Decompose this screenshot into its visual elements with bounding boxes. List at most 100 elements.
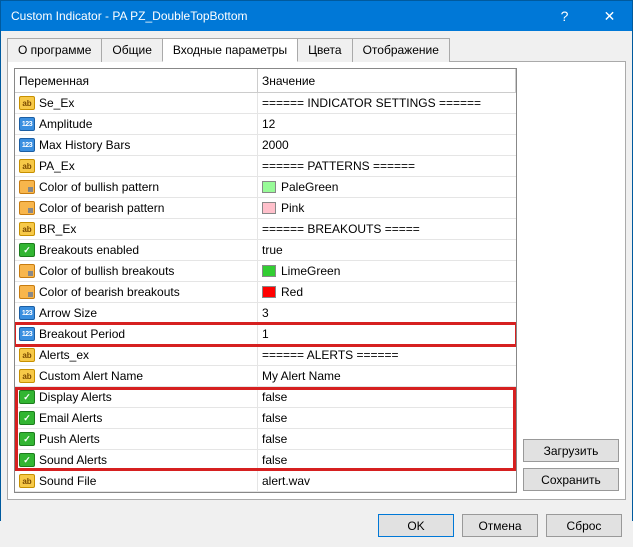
table-row[interactable]: Color of bearish patternPink [15,198,516,219]
param-value: My Alert Name [262,369,341,383]
param-value-cell[interactable]: false [258,387,516,407]
table-row[interactable]: Arrow Size3 [15,303,516,324]
string-type-icon [19,222,35,236]
reset-button[interactable]: Сброс [546,514,622,537]
param-value-cell[interactable]: 1 [258,324,516,344]
table-row[interactable]: PA_Ex ====== PATTERNS ====== [15,156,516,177]
string-type-icon [19,348,35,362]
param-value: PaleGreen [281,180,338,194]
tab-0[interactable]: О программе [7,38,102,62]
color-swatch [262,286,276,298]
param-name-cell: Custom Alert Name [15,366,258,386]
table-row[interactable]: Se_Ex ====== INDICATOR SETTINGS ====== [15,93,516,114]
param-name-cell: Color of bullish breakouts [15,261,258,281]
ok-button[interactable]: OK [378,514,454,537]
param-name-cell: Se_Ex [15,93,258,113]
table-row[interactable]: Color of bullish pattern PaleGreen [15,177,516,198]
side-button-column: Загрузить Сохранить [523,68,619,493]
close-icon[interactable]: ✕ [587,1,632,31]
param-value-cell[interactable]: My Alert Name [258,366,516,386]
table-row[interactable]: Amplitude 12 [15,114,516,135]
param-value-cell[interactable]: false [258,429,516,449]
param-name: Breakouts enabled [39,243,139,257]
tab-2[interactable]: Входные параметры [162,38,298,62]
param-value-cell[interactable]: ====== ALERTS ====== [258,345,516,365]
save-button[interactable]: Сохранить [523,468,619,491]
param-name-cell: Push Alerts [15,429,258,449]
param-name: PA_Ex [39,159,75,173]
tab-4[interactable]: Отображение [352,38,450,62]
param-value-cell[interactable]: 12 [258,114,516,134]
table-row[interactable]: Sound Alerts false [15,450,516,471]
table-row[interactable]: Breakouts enabled true [15,240,516,261]
param-value-cell[interactable]: 3 [258,303,516,323]
table-row[interactable]: Sound File alert.wav [15,471,516,492]
param-value-cell[interactable]: ====== INDICATOR SETTINGS ====== [258,93,516,113]
table-row[interactable]: Display Alertsfalse [15,387,516,408]
column-header-variable[interactable]: Переменная [15,69,258,92]
param-name: Sound File [39,474,96,488]
param-value-cell[interactable]: true [258,240,516,260]
table-row[interactable]: Push Alerts false [15,429,516,450]
table-row[interactable]: Custom Alert Name My Alert Name [15,366,516,387]
dialog-window: Custom Indicator - PA PZ_DoubleTopBottom… [0,0,633,521]
param-value: ====== BREAKOUTS ===== [262,222,420,236]
param-value-cell[interactable]: 2000 [258,135,516,155]
param-name: Color of bearish breakouts [39,285,180,299]
color-swatch [262,265,276,277]
param-value-cell[interactable]: ====== BREAKOUTS ===== [258,219,516,239]
param-name: Custom Alert Name [39,369,143,383]
table-row[interactable]: Max History Bars 2000 [15,135,516,156]
table-row[interactable]: Email Alerts false [15,408,516,429]
table-row[interactable]: Color of bullish breakoutsLimeGreen [15,261,516,282]
tab-strip: О программеОбщиеВходные параметрыЦветаОт… [7,38,626,62]
param-value-cell[interactable]: alert.wav [258,471,516,491]
titlebar: Custom Indicator - PA PZ_DoubleTopBottom… [1,1,632,31]
column-header-value[interactable]: Значение [258,69,516,92]
string-type-icon [19,474,35,488]
param-value-cell[interactable]: ====== PATTERNS ====== [258,156,516,176]
table-row[interactable]: Color of bearish breakouts Red [15,282,516,303]
param-value: ====== INDICATOR SETTINGS ====== [262,96,481,110]
param-value: false [262,411,287,425]
param-value: false [262,390,287,404]
param-value: true [262,243,283,257]
param-value-cell[interactable]: Red [258,282,516,302]
param-value-cell[interactable]: LimeGreen [258,261,516,281]
table-row[interactable]: Alerts_ex====== ALERTS ====== [15,345,516,366]
color-type-icon [19,264,35,278]
help-icon[interactable]: ? [542,1,587,31]
param-name-cell: Sound Alerts [15,450,258,470]
bool-type-icon [19,390,35,404]
param-name: Se_Ex [39,96,74,110]
param-value: Red [281,285,303,299]
bool-type-icon [19,453,35,467]
param-value: ====== ALERTS ====== [262,348,399,362]
cancel-button[interactable]: Отмена [462,514,538,537]
param-value: 12 [262,117,275,131]
param-value: false [262,453,287,467]
table-row[interactable]: BR_Ex====== BREAKOUTS ===== [15,219,516,240]
param-value: false [262,432,287,446]
param-value-cell[interactable]: PaleGreen [258,177,516,197]
param-name-cell: Color of bearish pattern [15,198,258,218]
number-type-icon [19,117,35,131]
table-row[interactable]: Breakout Period1 [15,324,516,345]
param-value-cell[interactable]: false [258,450,516,470]
param-value-cell[interactable]: Pink [258,198,516,218]
param-name-cell: Amplitude [15,114,258,134]
color-swatch [262,202,276,214]
param-name-cell: Email Alerts [15,408,258,428]
param-value-cell[interactable]: false [258,408,516,428]
color-type-icon [19,201,35,215]
param-name: Push Alerts [39,432,100,446]
param-name: Color of bullish pattern [39,180,159,194]
load-button[interactable]: Загрузить [523,439,619,462]
param-name: Max History Bars [39,138,130,152]
bool-type-icon [19,432,35,446]
tab-1[interactable]: Общие [101,38,162,62]
string-type-icon [19,159,35,173]
tab-3[interactable]: Цвета [297,38,352,62]
grid-header: Переменная Значение [15,69,516,93]
param-value: 3 [262,306,269,320]
